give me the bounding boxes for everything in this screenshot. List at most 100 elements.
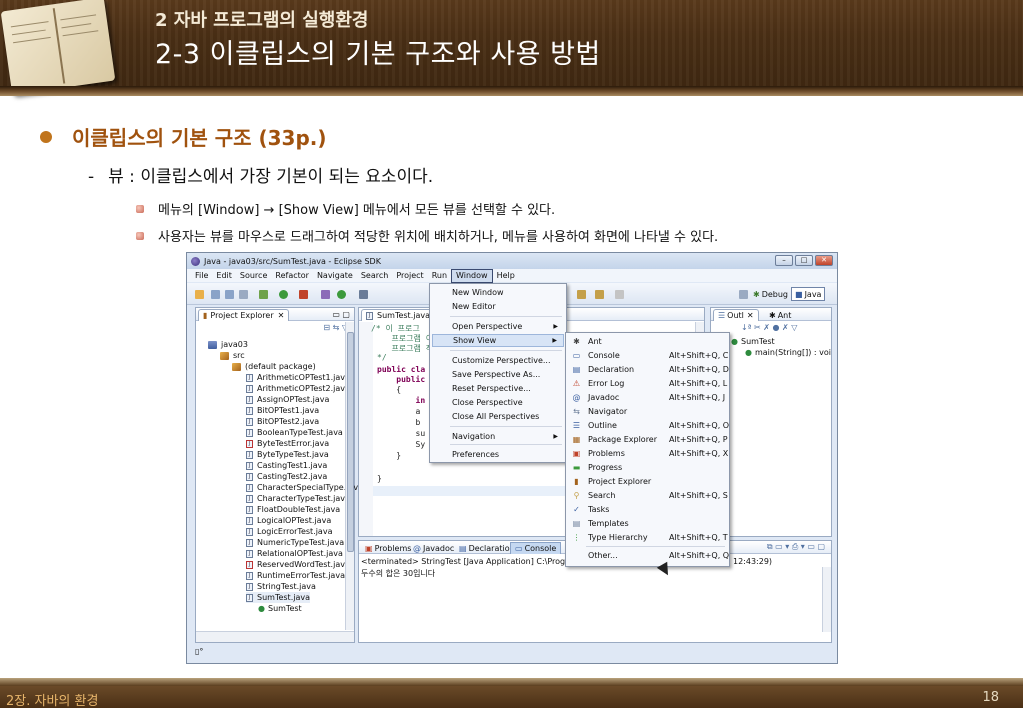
tree-file[interactable]: J NumericTypeTest.java: [246, 537, 344, 548]
tab-console[interactable]: ▭ Console: [510, 542, 562, 554]
menu-item-reset-perspective[interactable]: Reset Perspective...: [432, 382, 564, 395]
new-java-project-icon[interactable]: [321, 290, 330, 299]
tree-file[interactable]: J AssignOPTest.java: [246, 394, 329, 405]
tree-file[interactable]: J StringTest.java: [246, 581, 316, 592]
view-item-console[interactable]: ▭ Console Alt+Shift+Q, C: [568, 349, 729, 362]
tree-file[interactable]: J ArithmeticOPTest2.java: [246, 383, 350, 394]
tree-file[interactable]: J LogicalOPTest.java: [246, 515, 331, 526]
view-item-error-log[interactable]: ⚠ Error Log Alt+Shift+Q, L: [568, 377, 727, 390]
tab-ant[interactable]: ✱ Ant: [765, 309, 795, 321]
tree-file[interactable]: J BitOPTest2.java: [246, 416, 319, 427]
perspective-java[interactable]: ■ Java: [791, 287, 826, 301]
menu-source[interactable]: Source: [236, 270, 271, 282]
menu-edit[interactable]: Edit: [212, 270, 236, 282]
debug-icon[interactable]: [259, 290, 268, 299]
menu-item-close-all-perspectives[interactable]: Close All Perspectives: [432, 410, 564, 423]
menu-search[interactable]: Search: [357, 270, 392, 282]
tree-file[interactable]: J BitOPTest1.java: [246, 405, 319, 416]
view-item-type-hierarchy[interactable]: ⋮ Type Hierarchy Alt+Shift+Q, T: [568, 531, 728, 544]
view-item-outline[interactable]: ☰ Outline Alt+Shift+Q, O: [568, 419, 729, 432]
tree-file[interactable]: J ReservedWordTest.java: [246, 559, 350, 570]
dash-marker: -: [88, 167, 95, 187]
view-item-templates[interactable]: ▤ Templates: [568, 517, 726, 530]
menu-item-navigation[interactable]: Navigation ▶: [432, 430, 564, 443]
menu-item-save-perspective[interactable]: Save Perspective As...: [432, 368, 564, 381]
forward-icon[interactable]: [615, 290, 624, 299]
tree-file[interactable]: J LogicErrorTest.java: [246, 526, 332, 537]
minimize-view-icon[interactable]: ▭ ▢: [332, 310, 350, 319]
tree-file[interactable]: J ArithmeticOPTest1.java: [246, 372, 350, 383]
new-icon[interactable]: [195, 290, 204, 299]
external-tools-icon[interactable]: [299, 290, 308, 299]
menu-item-close-perspective[interactable]: Close Perspective: [432, 396, 564, 409]
menu-item-show-view[interactable]: Show View ▶: [432, 334, 564, 347]
tree-class-node[interactable]: ● SumTest: [258, 603, 302, 614]
menu-help[interactable]: Help: [493, 270, 519, 282]
explorer-scrollbar[interactable]: [345, 322, 354, 630]
explorer-hscrollbar[interactable]: [196, 631, 354, 642]
tree-file[interactable]: J CastingTest1.java: [246, 460, 327, 471]
minimize-button[interactable]: –: [775, 255, 793, 266]
view-item-navigator[interactable]: ⇆ Navigator: [568, 405, 726, 418]
tree-file-selected[interactable]: J SumTest.java: [246, 592, 310, 603]
menu-item-open-perspective[interactable]: Open Perspective ▶: [432, 320, 564, 333]
tab-outline[interactable]: ☰ Outl ✕: [713, 309, 759, 321]
back-icon[interactable]: [577, 290, 586, 299]
maximize-button[interactable]: □: [795, 255, 813, 266]
open-perspective-icon[interactable]: [739, 290, 748, 299]
tree-file[interactable]: J FloatDoubleTest.java: [246, 504, 340, 515]
tree-file[interactable]: J CharacterSpecialType.jav: [246, 482, 358, 493]
menu-window[interactable]: Window: [451, 268, 493, 283]
view-item-package-explorer[interactable]: ▦ Package Explorer Alt+Shift+Q, P: [568, 433, 728, 446]
tab-problems[interactable]: ▣ Problems: [361, 542, 415, 554]
menu-item-new-editor[interactable]: New Editor: [432, 300, 564, 313]
print-icon[interactable]: [239, 290, 248, 299]
scroll-thumb[interactable]: [347, 332, 354, 552]
menu-item-preferences[interactable]: Preferences: [432, 448, 564, 461]
tab-javadoc[interactable]: @ Javadoc: [409, 542, 458, 554]
run-icon[interactable]: [279, 290, 288, 299]
tree-src[interactable]: src: [220, 350, 245, 361]
menu-item-new-window[interactable]: New Window: [432, 286, 564, 299]
menu-file[interactable]: File: [191, 270, 212, 282]
view-item-search[interactable]: ⚲ Search Alt+Shift+Q, S: [568, 489, 728, 502]
view-item-ant[interactable]: ✱ Ant: [568, 335, 726, 348]
tree-file[interactable]: J ByteTypeTest.java: [246, 449, 329, 460]
view-item-project-explorer[interactable]: ▮ Project Explorer: [568, 475, 726, 488]
menu-navigate[interactable]: Navigate: [313, 270, 357, 282]
tree-project[interactable]: java03: [208, 339, 248, 350]
outline-class[interactable]: ● SumTest: [731, 336, 775, 347]
tree-file[interactable]: J CastingTest2.java: [246, 471, 327, 482]
tree-file[interactable]: J ByteTestError.java: [246, 438, 329, 449]
view-item-problems[interactable]: ▣ Problems Alt+Shift+Q, X: [568, 447, 729, 460]
menu-refactor[interactable]: Refactor: [271, 270, 313, 282]
java-file-icon: J: [366, 311, 373, 320]
menu-project[interactable]: Project: [392, 270, 427, 282]
save-icon[interactable]: [211, 290, 220, 299]
tree-file[interactable]: J CharacterTypeTest.java: [246, 493, 350, 504]
close-tab-icon[interactable]: ✕: [278, 311, 285, 320]
menu-run[interactable]: Run: [428, 270, 451, 282]
tree-file[interactable]: J RelationalOPTest.java: [246, 548, 343, 559]
outline-toolbar-icons[interactable]: ↓ª ✂ ✗ ● ✗ ▽: [741, 323, 797, 332]
perspective-debug[interactable]: ✱ Debug: [750, 287, 791, 301]
save-all-icon[interactable]: [225, 290, 234, 299]
new-class-icon[interactable]: [337, 290, 346, 299]
close-tab-icon[interactable]: ✕: [747, 311, 754, 320]
open-type-icon[interactable]: [359, 290, 368, 299]
tree-file[interactable]: J RuntimeErrorTest.java: [246, 570, 345, 581]
back-nav-icon[interactable]: [595, 290, 604, 299]
tree-file[interactable]: J BooleanTypeTest.java: [246, 427, 343, 438]
view-item-tasks[interactable]: ✓ Tasks: [568, 503, 726, 516]
view-item-progress[interactable]: ▬ Progress: [568, 461, 726, 474]
view-item-javadoc[interactable]: @ Javadoc Alt+Shift+Q, J: [568, 391, 726, 404]
console-scrollbar[interactable]: [822, 567, 831, 632]
menu-item-customize-perspective[interactable]: Customize Perspective...: [432, 354, 564, 367]
outline-method[interactable]: ● main(String[]) : voi: [745, 347, 831, 358]
tree-default-package[interactable]: (default package): [232, 361, 316, 372]
close-button[interactable]: ✕: [815, 255, 833, 266]
tab-project-explorer[interactable]: ▮ Project Explorer ✕: [198, 309, 290, 321]
view-item-other[interactable]: Other... Alt+Shift+Q, Q: [568, 549, 729, 562]
console-toolbar-icons[interactable]: ⧉ ▭ ▾ ⎙ ▾ ▭ ▢: [767, 542, 825, 552]
view-item-declaration[interactable]: ▤ Declaration Alt+Shift+Q, D: [568, 363, 729, 376]
